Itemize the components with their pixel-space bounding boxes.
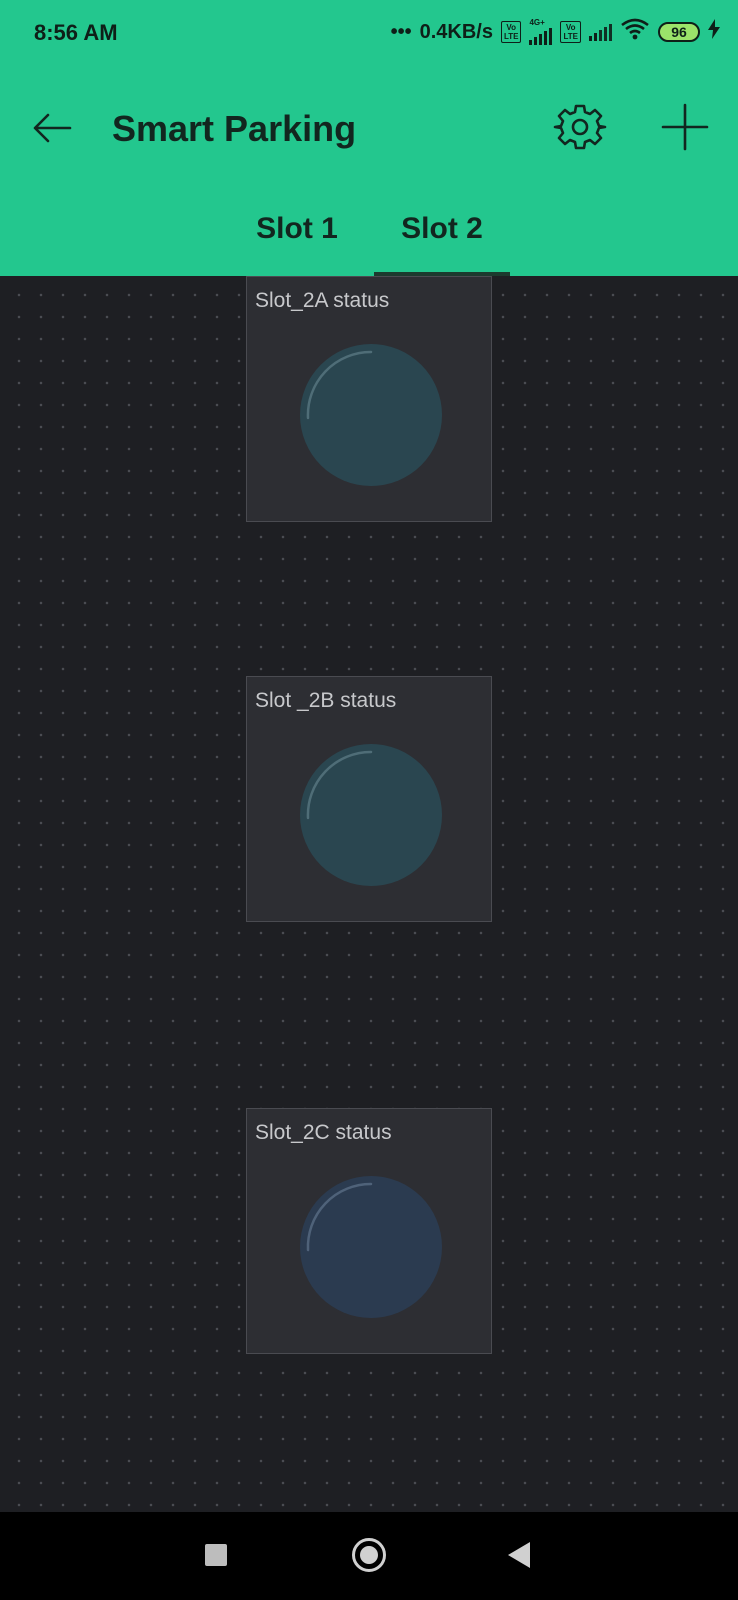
network-speed: 0.4KB/s	[419, 20, 493, 43]
add-button[interactable]	[660, 102, 710, 152]
app-header: Smart Parking Slot 1 Slot 2	[0, 68, 738, 276]
led-widget-slot-2c[interactable]: Slot_2C status	[246, 1108, 492, 1354]
more-dots-icon: •••	[390, 20, 412, 43]
led-indicator	[300, 344, 442, 486]
signal-strength-icon-2	[589, 23, 612, 41]
tab-label: Slot 1	[256, 212, 338, 245]
led-widget-slot-2a[interactable]: Slot_2A status	[246, 276, 492, 522]
volte-badge-2: Vo LTE	[560, 21, 581, 43]
led-indicator	[300, 744, 442, 886]
network-type: 4G+	[529, 18, 545, 27]
system-nav-bar	[0, 1512, 738, 1600]
battery-icon: 96	[658, 22, 700, 42]
tab-slot-2[interactable]: Slot 2	[374, 206, 510, 276]
dashboard-canvas: Slot_2A status Slot _2B status Slot_2C s…	[0, 276, 738, 1512]
battery-level: 96	[671, 24, 687, 40]
signal-strength-icon	[529, 27, 553, 45]
volte-badge-1: Vo LTE	[500, 21, 522, 43]
status-time: 8:56 AM	[34, 20, 118, 45]
status-indicators: ••• 0.4KB/s Vo LTE 4G+ Vo LTE 96	[391, 18, 720, 46]
recents-button[interactable]	[205, 1544, 227, 1566]
gear-icon	[553, 104, 607, 150]
widget-label: Slot_2C status	[255, 1121, 392, 1144]
signal-group-1: 4G+	[529, 18, 553, 45]
status-bar: 8:56 AM ••• 0.4KB/s Vo LTE 4G+ Vo LTE 96	[0, 0, 738, 68]
app-root: 8:56 AM ••• 0.4KB/s Vo LTE 4G+ Vo LTE 96…	[0, 0, 738, 1600]
tab-label: Slot 2	[401, 212, 483, 245]
home-button[interactable]	[352, 1538, 386, 1572]
system-back-button[interactable]	[508, 1542, 530, 1568]
led-widget-slot-2b[interactable]: Slot _2B status	[246, 676, 492, 922]
tab-slot-1[interactable]: Slot 1	[242, 206, 352, 276]
wifi-icon	[620, 18, 650, 46]
plus-icon	[661, 103, 709, 151]
page-title: Smart Parking	[112, 108, 357, 149]
back-button[interactable]	[30, 106, 74, 150]
arrow-left-icon	[33, 113, 72, 143]
widget-label: Slot _2B status	[255, 689, 397, 712]
settings-button[interactable]	[553, 100, 607, 154]
charging-icon	[708, 19, 720, 45]
tab-bar: Slot 1 Slot 2	[0, 206, 738, 276]
led-indicator	[300, 1176, 442, 1318]
widget-label: Slot_2A status	[255, 289, 390, 312]
